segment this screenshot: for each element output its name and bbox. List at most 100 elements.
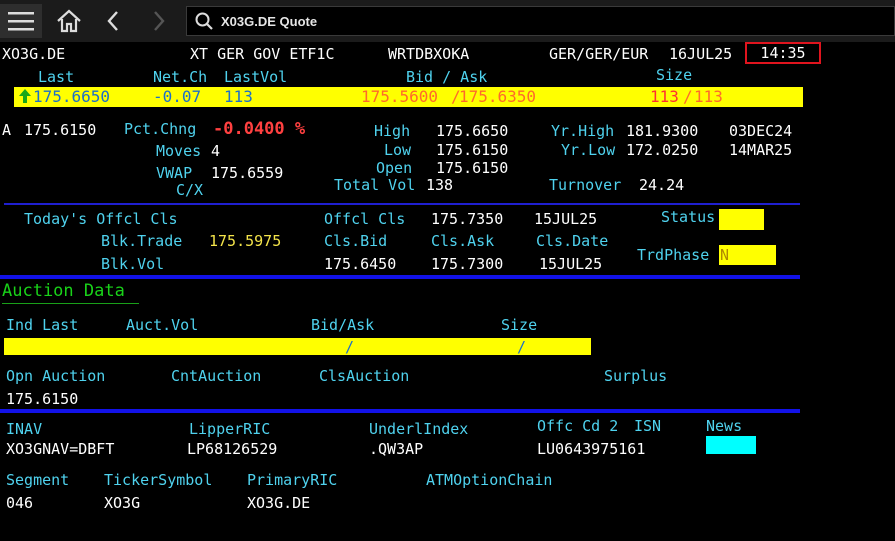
search-input[interactable] [221, 11, 821, 31]
cls-auction-label: ClsAuction [319, 367, 410, 385]
surplus-label: Surplus [604, 367, 668, 385]
yr-low-value: 172.0250 [626, 141, 699, 159]
section-separator-2 [0, 409, 800, 413]
separator [4, 203, 800, 205]
section-separator [0, 275, 800, 279]
ticker-symbol-value: XO3G [104, 494, 141, 512]
netch-label: Net.Ch [153, 68, 208, 86]
quote-date: 16JUL25 [669, 45, 733, 63]
inav-value[interactable]: XO3GNAV=DBFT [6, 440, 114, 458]
ind-last-label: Ind Last [6, 316, 79, 334]
turnover-label: Turnover [549, 176, 622, 194]
auction-bidask-separator: / [345, 338, 355, 356]
total-vol-label: Total Vol [334, 176, 416, 194]
ask-size: 113 [694, 87, 723, 106]
source-code: WRTDBXOKA [388, 45, 470, 63]
lipper-ric-value[interactable]: LP68126529 [187, 440, 277, 458]
auct-vol-label: Auct.Vol [126, 316, 199, 334]
high-label: High [374, 122, 411, 140]
moves-value: 4 [211, 142, 221, 160]
open-label: Open [376, 159, 413, 177]
auction-title-underline [2, 303, 139, 304]
segment-label: Segment [6, 471, 70, 489]
isn-label: ISN [634, 417, 662, 435]
a-label: A [2, 121, 12, 139]
trd-phase-label: TrdPhase [637, 246, 710, 264]
cnt-auction-label: CntAuction [171, 367, 262, 385]
opn-auction-label: Opn Auction [6, 367, 106, 385]
underl-index-value[interactable]: .QW3AP [369, 440, 423, 458]
bid-size: 113 [650, 87, 679, 106]
yr-low-date: 14MAR25 [729, 141, 793, 159]
cls-bid-label: Cls.Bid [324, 232, 388, 250]
auction-bidask-label: Bid/Ask [311, 316, 375, 334]
primary-ric-value[interactable]: XO3G.DE [247, 494, 310, 512]
offcl-cls-date: 15JUL25 [534, 210, 598, 228]
search-box[interactable] [186, 6, 895, 36]
auction-size-label: Size [501, 316, 538, 334]
status-label: Status [661, 208, 716, 226]
up-arrow-icon [18, 88, 32, 108]
lastvol-label: LastVol [224, 68, 288, 86]
yr-high-label: Yr.High [551, 122, 615, 140]
search-icon [195, 12, 213, 34]
high-value: 175.6650 [436, 122, 509, 140]
ask-price: 175.6350 [459, 87, 537, 106]
auction-bar [4, 338, 591, 355]
pct-change-label: Pct.Chng [124, 120, 197, 138]
bid-price: 175.5600 [361, 87, 439, 106]
blk-trade-value: 175.5975 [209, 232, 282, 250]
primary-ric-label: PrimaryRIC [247, 471, 338, 489]
exchange-info: GER/GER/EUR [549, 45, 649, 63]
auction-size-separator: / [517, 338, 527, 356]
atm-option-chain-label: ATMOptionChain [426, 471, 553, 489]
inav-label: INAV [6, 420, 43, 438]
status-value [719, 209, 764, 230]
news-label: News [706, 417, 743, 435]
blk-trade-label: Blk.Trade [101, 232, 183, 250]
open-value: 175.6150 [436, 159, 509, 177]
segment-value: 046 [6, 494, 34, 512]
moves-label: Moves [156, 142, 202, 160]
ticker-symbol-label: TickerSymbol [104, 471, 213, 489]
quote-time: 14:35 [745, 42, 821, 64]
size-separator: / [683, 87, 693, 106]
ric-code: XO3G.DE [2, 45, 66, 63]
yr-high-value: 181.9300 [626, 122, 699, 140]
trd-phase-value: N [720, 246, 730, 264]
last-volume: 113 [224, 87, 253, 106]
low-label: Low [384, 141, 412, 159]
auction-data-title: Auction Data [2, 281, 125, 301]
offc-cd2-label: Offc Cd 2 [537, 417, 619, 435]
cx-label: C/X [176, 181, 204, 199]
total-vol-value: 138 [426, 176, 454, 194]
cls-date-label: Cls.Date [536, 232, 609, 250]
opn-auction-value: 175.6150 [6, 390, 79, 408]
lipper-ric-label: LipperRIC [189, 420, 271, 438]
cls-date-value: 15JUL25 [539, 255, 603, 273]
chevron-left-icon[interactable] [100, 4, 126, 38]
offcl-cls-label: Offcl Cls [324, 210, 406, 228]
isn-value: LU0643975161 [537, 440, 646, 458]
last-label: Last [38, 68, 75, 86]
size-label: Size [656, 66, 693, 84]
vwap-value: 175.6559 [211, 164, 284, 182]
yr-low-label: Yr.Low [561, 141, 616, 159]
todays-offcl-cls-label: Today's Offcl Cls [24, 210, 178, 228]
home-icon[interactable] [52, 4, 86, 38]
bidask-label: Bid / Ask [406, 68, 488, 86]
cls-ask-value: 175.7300 [431, 255, 504, 273]
a-value: 175.6150 [24, 121, 97, 139]
instrument-name: XT GER GOV ETF1C [190, 45, 335, 63]
chevron-right-icon[interactable] [146, 4, 172, 38]
cls-ask-label: Cls.Ask [431, 232, 495, 250]
last-price: 175.6650 [33, 87, 111, 106]
low-value: 175.6150 [436, 141, 509, 159]
news-box[interactable] [706, 436, 756, 454]
pct-change-value: -0.0400 % [213, 119, 306, 139]
cls-bid-value: 175.6450 [324, 255, 397, 273]
hamburger-icon[interactable] [0, 4, 42, 38]
underl-index-label: UnderlIndex [369, 420, 469, 438]
vwap-label: VWAP [156, 164, 193, 182]
turnover-value: 24.24 [639, 176, 685, 194]
